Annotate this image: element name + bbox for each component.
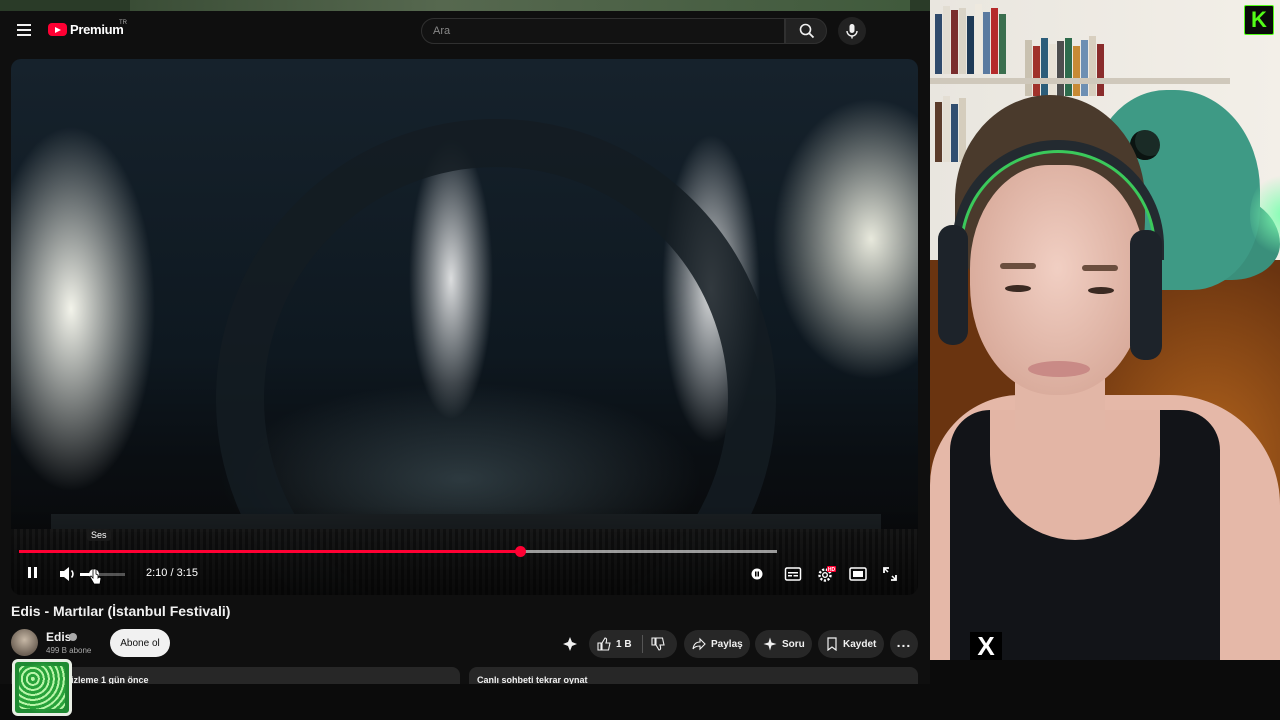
fullscreen-icon	[883, 567, 897, 581]
masthead: Premium TR Ara	[0, 11, 930, 51]
x-logo: X	[970, 631, 1002, 660]
green-sticker-emote	[12, 659, 72, 716]
hd-badge: HD	[828, 567, 836, 573]
like-dislike-group: 1 B	[589, 630, 677, 658]
autoplay-toggle[interactable]	[747, 564, 767, 584]
youtube-play-icon	[48, 23, 67, 36]
volume-icon	[60, 567, 74, 581]
save-label: Kaydet	[843, 638, 877, 650]
right-brow	[1082, 265, 1118, 271]
settings-button[interactable]: HD	[816, 564, 836, 584]
ask-label: Soru	[782, 638, 805, 650]
thumbs-down-icon[interactable]	[651, 637, 665, 651]
more-actions-button[interactable]: ...	[890, 630, 918, 658]
pause-icon	[26, 565, 38, 583]
pause-button[interactable]	[25, 565, 39, 583]
search-button[interactable]	[785, 18, 827, 44]
verified-icon	[69, 633, 77, 641]
played-bar	[19, 550, 521, 553]
subtitles-button[interactable]	[783, 564, 803, 584]
channel-avatar[interactable]	[11, 629, 38, 656]
like-count[interactable]: 1 B	[616, 639, 632, 650]
search-input[interactable]: Ara	[421, 18, 785, 44]
voice-search-button[interactable]	[838, 17, 866, 45]
ask-button[interactable]: Soru	[755, 630, 812, 658]
headphone-right-cup	[1130, 230, 1162, 360]
mouth	[1028, 361, 1090, 377]
sparkle-star-icon	[563, 637, 577, 651]
country-code: TR	[119, 20, 127, 26]
subscriber-count: 499 B abone	[46, 646, 92, 655]
mute-button[interactable]	[59, 565, 77, 583]
clip-button[interactable]	[562, 630, 586, 658]
share-button[interactable]: Paylaş	[684, 630, 750, 658]
like-divider	[641, 635, 643, 653]
spark-icon	[763, 637, 777, 651]
scrubber-handle[interactable]	[515, 546, 527, 557]
youtube-logo[interactable]: Premium	[48, 22, 124, 37]
webcam-panel: K X	[930, 0, 1280, 660]
search-icon	[799, 23, 815, 39]
video-title: Edis - Martılar (İstanbul Festivali)	[11, 603, 231, 619]
headphone-left-cup	[938, 225, 968, 345]
more-dots-icon: ...	[896, 633, 912, 650]
video-player[interactable]	[11, 59, 918, 595]
channel-name[interactable]: Edis	[46, 630, 71, 644]
subtitles-icon	[784, 567, 802, 581]
description-card[interactable]: izleme 1 gün önce	[11, 667, 460, 684]
search-placeholder: Ara	[433, 25, 451, 37]
right-eye	[1088, 287, 1114, 294]
left-eye	[1005, 285, 1031, 292]
bookshelf-top-right	[1025, 26, 1105, 96]
volume-tooltip: Ses	[87, 529, 111, 541]
left-brow	[1000, 263, 1036, 269]
share-label: Paylaş	[711, 638, 743, 650]
thumbs-up-icon[interactable]	[597, 637, 611, 651]
mouse-cursor-icon	[89, 568, 102, 585]
chat-replay-card[interactable]: Canlı sohbeti tekrar oynat	[469, 667, 918, 684]
autoplay-icon	[751, 568, 763, 580]
gear-icon: HD	[818, 566, 836, 582]
share-arrow-icon	[692, 637, 706, 651]
progress-bar[interactable]	[19, 546, 777, 557]
bookmark-icon	[827, 637, 837, 651]
browser-youtube-view: Premium TR Ara Ses 2:10 / 3:15 HD Edis -…	[0, 0, 930, 684]
subscribe-button[interactable]: Abone ol	[110, 629, 170, 657]
theater-icon	[849, 567, 867, 581]
bookshelf-middle	[935, 92, 967, 162]
kick-logo: K	[1244, 5, 1274, 35]
logo-text: Premium	[70, 22, 124, 37]
stream-layout: Premium TR Ara Ses 2:10 / 3:15 HD Edis -…	[0, 0, 1280, 720]
fullscreen-button[interactable]	[880, 564, 900, 584]
time-display: 2:10 / 3:15	[146, 567, 198, 579]
theater-mode-button[interactable]	[848, 564, 868, 584]
menu-icon[interactable]	[17, 24, 31, 36]
shelf-board	[930, 78, 1230, 84]
microphone-icon	[846, 24, 858, 39]
bookshelf-top	[935, 4, 1007, 74]
save-button[interactable]: Kaydet	[818, 630, 884, 658]
top-edge-strip	[0, 0, 930, 11]
